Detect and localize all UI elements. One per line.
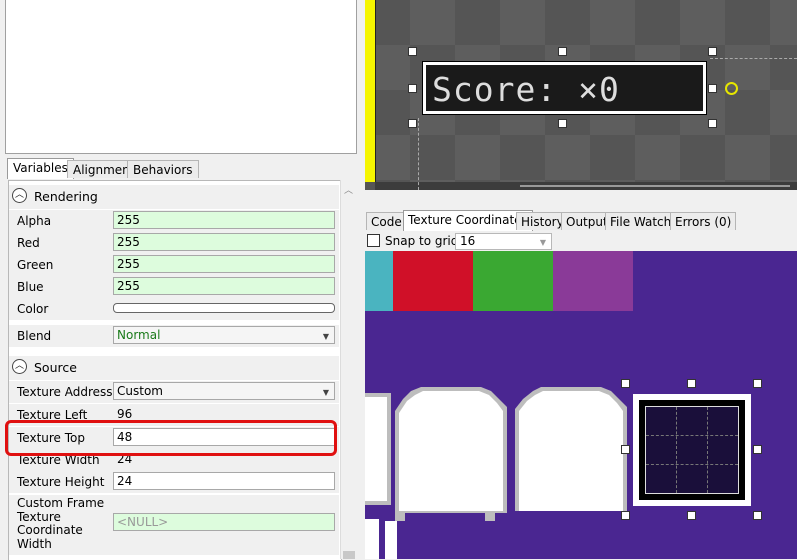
preview-area (5, 0, 357, 154)
origin-marker-icon[interactable] (725, 82, 738, 95)
alpha-field[interactable]: 255 (113, 211, 335, 229)
red-field[interactable]: 255 (113, 233, 335, 251)
category-label: Source (34, 360, 77, 375)
resize-handle[interactable] (558, 119, 567, 128)
resize-handle[interactable] (687, 379, 696, 388)
scroll-up-icon[interactable]: ︿ (344, 183, 353, 196)
chevron-down-icon: ▼ (539, 238, 546, 247)
property-name: Alpha (17, 214, 52, 228)
resize-handle[interactable] (753, 445, 762, 454)
collapse-icon[interactable]: ︿ (12, 188, 27, 203)
grid-line (707, 407, 708, 493)
property-name: Green (17, 258, 54, 272)
tab-file-watch[interactable]: File Watch (605, 212, 677, 230)
blue-field[interactable]: 255 (113, 277, 335, 295)
game-view-hscrollbar[interactable] (375, 182, 797, 190)
color-picker-field[interactable] (113, 303, 335, 313)
green-field[interactable]: 255 (113, 255, 335, 273)
resize-handle[interactable] (558, 47, 567, 56)
tab-variables[interactable]: Variables (7, 158, 74, 179)
scrollbar-thumb[interactable] (343, 551, 355, 559)
scrollbar-thumb[interactable] (520, 185, 790, 187)
tab-texture-coordinates[interactable]: Texture Coordinates (403, 210, 533, 231)
texture-tile-magenta (553, 251, 633, 311)
property-row-texture-address: Texture Address Custom ▼ (9, 381, 339, 403)
property-row-custom-frame-width: Custom Frame Texture Coordinate Width <N… (9, 495, 339, 555)
collapse-icon[interactable]: ︿ (12, 359, 27, 374)
property-name: Blue (17, 280, 44, 294)
selected-tile[interactable] (645, 406, 739, 494)
blend-value: Normal (117, 328, 161, 342)
resize-handle[interactable] (753, 379, 762, 388)
property-name: Texture Height (17, 475, 105, 489)
property-name: Custom Frame Texture Coordinate Width (17, 496, 105, 551)
property-name: Red (17, 236, 40, 250)
resize-handle[interactable] (687, 511, 696, 520)
texture-tile-green (473, 251, 553, 311)
category-source[interactable]: ︿ Source (9, 356, 339, 380)
resize-handle[interactable] (708, 47, 717, 56)
texture-tile-cyan (365, 251, 393, 311)
resize-handle[interactable] (621, 445, 630, 454)
tab-code[interactable]: Code (366, 212, 407, 230)
grid-size-value: 16 (460, 234, 476, 248)
guide-line (710, 58, 797, 59)
property-name: Blend (17, 329, 52, 343)
property-name: Texture Address (17, 385, 113, 399)
resize-handle[interactable] (708, 119, 717, 128)
vertical-ruler (365, 0, 376, 182)
resize-handle[interactable] (408, 47, 417, 56)
category-label: Rendering (34, 189, 98, 204)
texture-height-field[interactable]: 24 (113, 472, 335, 490)
grid-line (646, 435, 738, 436)
texture-address-value: Custom (117, 384, 163, 398)
custom-frame-width-field[interactable]: <NULL> (113, 513, 335, 531)
property-row-texture-height: Texture Height 24 (9, 471, 339, 493)
texture-canvas[interactable] (365, 251, 797, 559)
texture-tile-red (393, 251, 473, 311)
resize-handle[interactable] (621, 379, 630, 388)
snap-to-grid-label: Snap to grid (385, 234, 459, 248)
property-row-green: Green 255 (9, 254, 339, 276)
category-rendering[interactable]: ︿ Rendering (9, 185, 339, 209)
property-grid-scrollbar[interactable]: ︿ (340, 180, 357, 559)
chevron-down-icon: ▼ (322, 388, 329, 397)
resize-handle[interactable] (753, 511, 762, 520)
grid-line (676, 407, 677, 493)
snap-to-grid-checkbox[interactable] (367, 234, 380, 247)
property-name: Color (17, 302, 49, 316)
property-grid: ︿ Rendering Alpha 255 Red 255 Green 255 … (8, 180, 342, 560)
grid-line (646, 464, 738, 465)
tab-behaviors[interactable]: Behaviors (127, 160, 199, 178)
blend-select[interactable]: Normal ▼ (113, 326, 335, 344)
grid-size-select[interactable]: 16 ▼ (455, 233, 552, 250)
property-row-red: Red 255 (9, 232, 339, 254)
property-row-blend: Blend Normal ▼ (9, 325, 339, 347)
resize-handle[interactable] (708, 84, 717, 93)
resize-handle[interactable] (408, 84, 417, 93)
score-text: Score: ×0 (432, 70, 620, 109)
resize-handle[interactable] (408, 119, 417, 128)
tab-errors[interactable]: Errors (0) (670, 212, 737, 230)
annotation-highlight (5, 420, 337, 456)
property-row-alpha: Alpha 255 (9, 210, 339, 232)
property-row-color: Color (9, 298, 339, 320)
guide-line (418, 118, 419, 190)
resize-handle[interactable] (621, 511, 630, 520)
texture-address-select[interactable]: Custom ▼ (113, 382, 335, 400)
property-row-blue: Blue 255 (9, 276, 339, 298)
chevron-down-icon: ▼ (322, 332, 329, 341)
